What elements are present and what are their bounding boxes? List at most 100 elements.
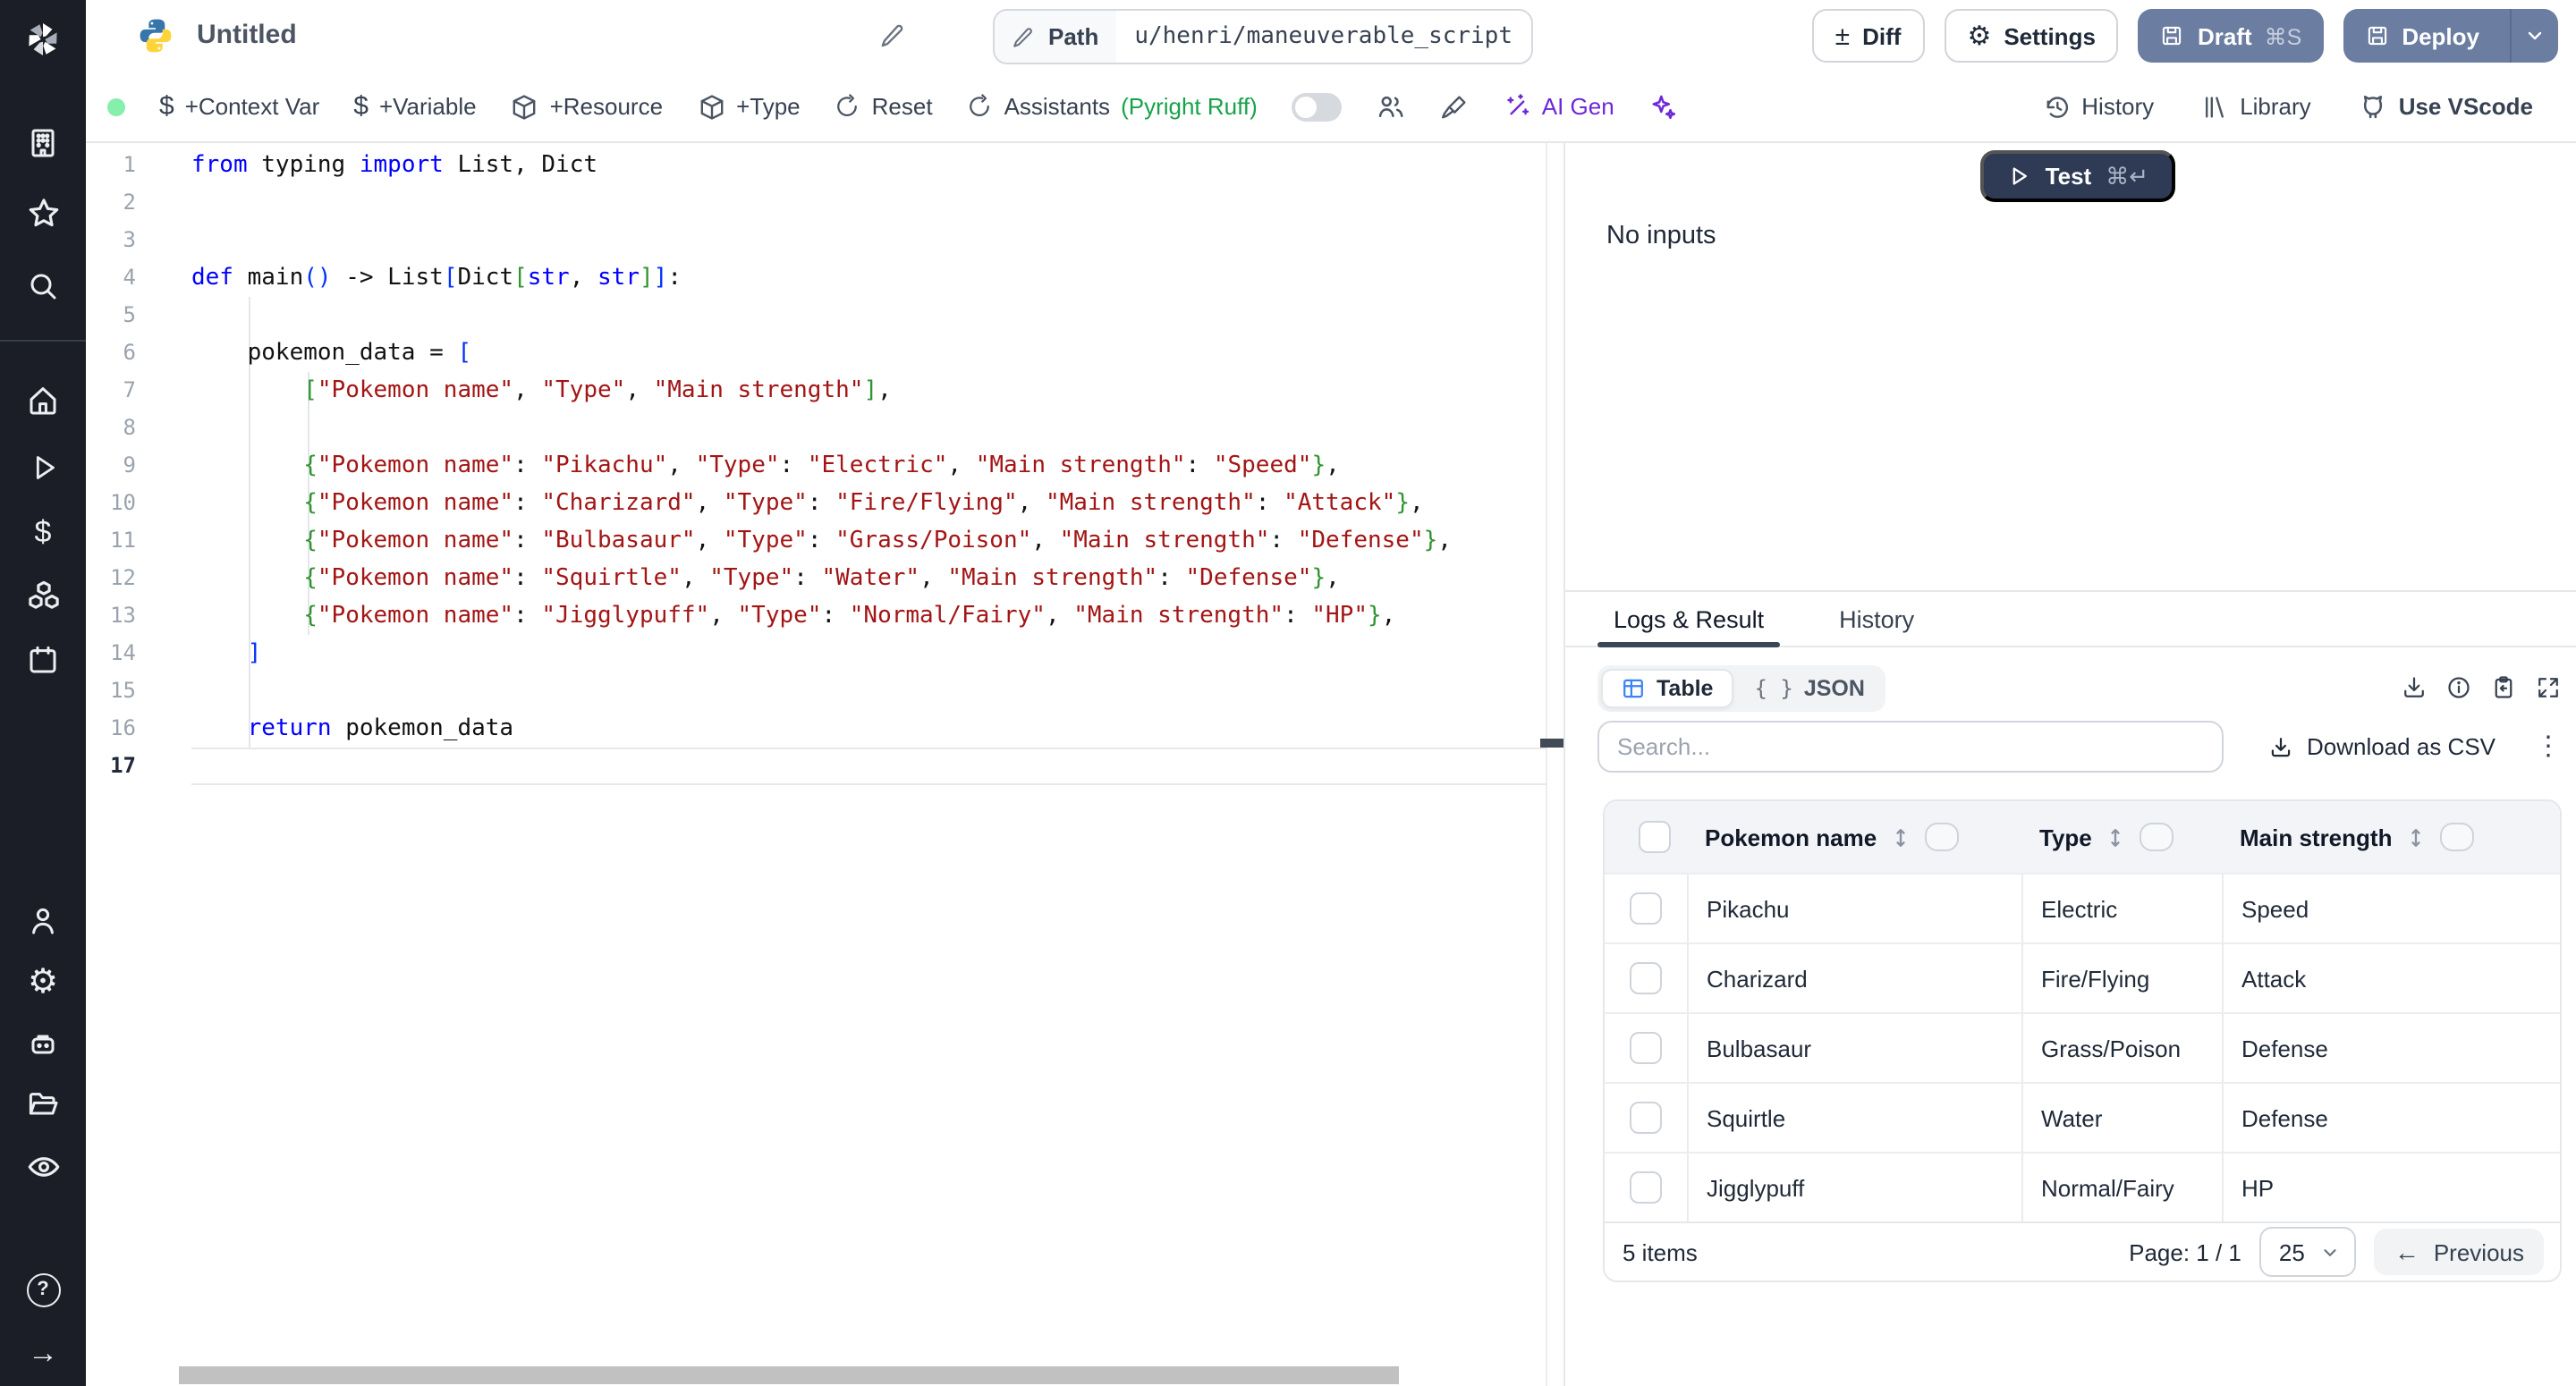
draft-button[interactable]: Draft ⌘S <box>2139 9 2323 63</box>
code-line[interactable]: 2 <box>86 184 1546 222</box>
deploy-button[interactable]: Deploy <box>2343 9 2558 63</box>
code-editor[interactable]: 1from typing import List, Dict234def mai… <box>86 143 1563 1386</box>
code-line[interactable]: 7 ["Pokemon name", "Type", "Main strengt… <box>86 372 1546 410</box>
column-toggle[interactable] <box>2140 823 2174 851</box>
sidebar-item-workspace[interactable] <box>0 123 86 163</box>
history-button[interactable]: History <box>2042 92 2154 121</box>
code-line[interactable]: 5 <box>86 297 1546 334</box>
sidebar-item-audit[interactable] <box>0 1146 86 1186</box>
page-size-select[interactable]: 25 <box>2259 1227 2357 1277</box>
code-line[interactable]: 9 {"Pokemon name": "Pikachu", "Type": "E… <box>86 447 1546 485</box>
code-line[interactable]: 10 {"Pokemon name": "Charizard", "Type":… <box>86 485 1546 522</box>
code-line[interactable]: 17 <box>86 748 1546 785</box>
more-options-button[interactable]: ⋮ <box>2535 733 2562 760</box>
row-checkbox[interactable] <box>1630 892 1662 925</box>
previous-page-button[interactable]: ← Previous <box>2375 1229 2544 1275</box>
view-json-option[interactable]: { } JSON <box>1736 670 1882 706</box>
code-line-content <box>191 672 1546 710</box>
sidebar-item-home[interactable] <box>0 381 86 420</box>
sidebar-item-favorites[interactable] <box>0 193 86 232</box>
edit-title-button[interactable] <box>873 16 912 55</box>
expand-icon[interactable] <box>2535 674 2562 701</box>
code-line[interactable]: 16 return pokemon_data <box>86 710 1546 748</box>
sidebar-item-schedules[interactable] <box>0 640 86 680</box>
search-input[interactable] <box>1597 721 2224 773</box>
add-resource-button[interactable]: +Resource <box>511 92 663 121</box>
row-checkbox[interactable] <box>1630 962 1662 994</box>
home-icon <box>25 383 61 418</box>
person-icon <box>25 903 61 939</box>
paintbrush-icon[interactable] <box>1440 92 1469 121</box>
library-button[interactable]: Library <box>2200 92 2311 121</box>
tab-history[interactable]: History <box>1823 592 1930 646</box>
download-icon[interactable] <box>2401 674 2428 701</box>
assistants-button[interactable]: Assistants (Pyright Ruff) <box>967 93 1258 120</box>
select-all-checkbox[interactable] <box>1639 821 1671 853</box>
path-field[interactable]: Path u/henri/maneuverable_script <box>993 9 1533 64</box>
sidebar-item-workers[interactable] <box>0 1025 86 1064</box>
line-number: 6 <box>86 334 136 372</box>
line-number: 15 <box>86 672 136 710</box>
sidebar-item-variables[interactable]: $ <box>0 511 86 551</box>
users-icon[interactable] <box>1376 91 1406 122</box>
column-toggle[interactable] <box>1925 823 1959 851</box>
row-checkbox[interactable] <box>1630 1171 1662 1204</box>
info-icon[interactable] <box>2445 674 2472 701</box>
sort-icon[interactable] <box>1891 825 1911 849</box>
code-line-content: {"Pokemon name": "Pikachu", "Type": "Ele… <box>191 447 1546 485</box>
table-row: SquirtleWaterDefense <box>1605 1082 2560 1152</box>
tab-logs-result[interactable]: Logs & Result <box>1597 592 1780 646</box>
ai-gen-button[interactable]: AI Gen <box>1503 92 1614 121</box>
clock-history-icon <box>2042 92 2071 121</box>
code-line[interactable]: 6 pokemon_data = [ <box>86 334 1546 372</box>
reset-button[interactable]: Reset <box>835 93 933 120</box>
code-line[interactable]: 12 {"Pokemon name": "Squirtle", "Type": … <box>86 560 1546 597</box>
windmill-logo-icon[interactable] <box>0 14 86 64</box>
python-logo-icon <box>136 16 175 55</box>
code-line[interactable]: 3 <box>86 222 1546 259</box>
sort-icon[interactable] <box>2106 825 2126 849</box>
editor-scrollbar-handle[interactable] <box>1540 739 1563 748</box>
sidebar-item-runs[interactable] <box>0 447 86 486</box>
sparkles-icon[interactable] <box>1648 91 1679 122</box>
code-line[interactable]: 15 <box>86 672 1546 710</box>
code-line[interactable]: 14 ] <box>86 635 1546 672</box>
search-icon <box>25 268 61 304</box>
row-checkbox[interactable] <box>1630 1102 1662 1134</box>
pencil-icon <box>878 21 907 50</box>
sidebar-item-resources[interactable] <box>0 576 86 615</box>
table-row: BulbasaurGrass/PoisonDefense <box>1605 1012 2560 1082</box>
sidebar-item-help[interactable]: ? <box>0 1270 86 1309</box>
assistant-toggle[interactable] <box>1292 92 1342 121</box>
line-number: 10 <box>86 485 136 522</box>
download-csv-button[interactable]: Download as CSV <box>2267 733 2496 760</box>
sidebar-collapse-toggle[interactable]: → <box>0 1332 86 1372</box>
sidebar-item-settings[interactable]: ⚙ <box>0 962 86 1001</box>
sidebar-item-users[interactable] <box>0 901 86 941</box>
settings-button[interactable]: ⚙ Settings <box>1944 9 2119 63</box>
sidebar-item-search[interactable] <box>0 266 86 306</box>
clipboard-icon[interactable] <box>2490 674 2517 701</box>
sidebar-item-folders[interactable] <box>0 1084 86 1123</box>
code-line[interactable]: 13 {"Pokemon name": "Jigglypuff", "Type"… <box>86 597 1546 635</box>
diff-button[interactable]: ± Diff <box>1812 9 1925 63</box>
editor-horizontal-scrollbar[interactable] <box>179 1366 1399 1384</box>
deploy-dropdown-button[interactable] <box>2510 9 2558 63</box>
code-line[interactable]: 4def main() -> List[Dict[str, str]]: <box>86 259 1546 297</box>
add-type-button[interactable]: +Type <box>697 92 801 121</box>
view-table-option[interactable]: Table <box>1601 668 1733 707</box>
code-line[interactable]: 8 <box>86 410 1546 447</box>
row-checkbox-cell <box>1605 875 1687 942</box>
table-cell: Attack <box>2222 944 2560 1012</box>
row-checkbox[interactable] <box>1630 1032 1662 1064</box>
eye-icon <box>24 1147 62 1185</box>
sort-icon[interactable] <box>2406 825 2426 849</box>
test-button[interactable]: Test ⌘↵ <box>1981 150 2175 202</box>
code-line-content: def main() -> List[Dict[str, str]]: <box>191 259 1546 297</box>
code-line[interactable]: 11 {"Pokemon name": "Bulbasaur", "Type":… <box>86 522 1546 560</box>
code-line[interactable]: 1from typing import List, Dict <box>86 147 1546 184</box>
use-vscode-button[interactable]: Use VScode <box>2358 91 2533 122</box>
add-context-var-button[interactable]: $+Context Var <box>159 91 319 122</box>
add-variable-button[interactable]: $+Variable <box>353 91 476 122</box>
column-toggle[interactable] <box>2440 823 2474 851</box>
